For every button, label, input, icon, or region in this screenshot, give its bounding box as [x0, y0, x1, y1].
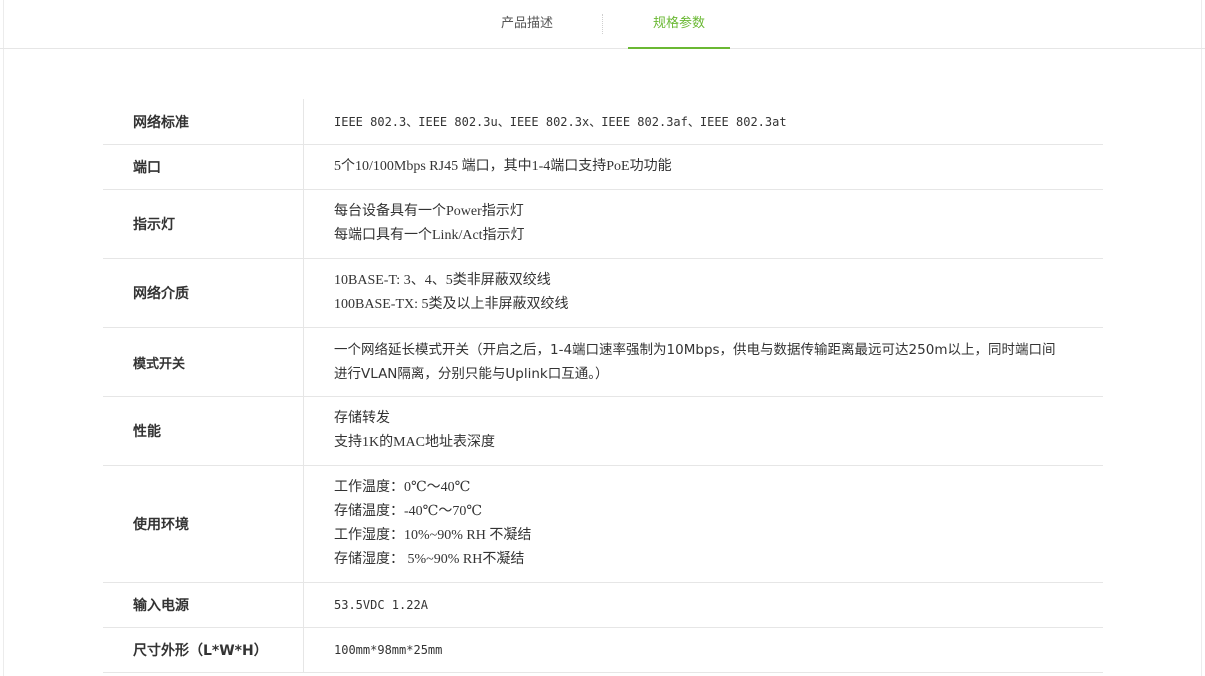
- spec-row-mode-switch: 模式开关 一个网络延长模式开关（开启之后，1-4端口速率强制为10Mbps，供电…: [103, 328, 1103, 397]
- spec-value-line: 5个10/100Mbps RJ45 端口，其中1-4端口支持PoE功功能: [334, 159, 672, 174]
- spec-row-ports: 端口 5个10/100Mbps RJ45 端口，其中1-4端口支持PoE功功能: [103, 145, 1103, 190]
- tab-specifications[interactable]: 规格参数: [628, 0, 730, 49]
- spec-value: 5个10/100Mbps RJ45 端口，其中1-4端口支持PoE功功能: [303, 145, 1103, 189]
- spec-key: 输入电源: [133, 598, 189, 614]
- spec-value-line: 工作温度：0℃～40℃: [334, 480, 471, 495]
- spec-value-line: 100mm*98mm*25mm: [334, 643, 443, 657]
- spec-value-line: 53.5VDC 1.22A: [334, 598, 428, 612]
- spec-value-line: 10BASE-T: 3、4、5类非屏蔽双绞线: [334, 273, 551, 288]
- tab-product-description-label: 产品描述: [500, 16, 553, 31]
- spec-value-line: IEEE 802.3、IEEE 802.3u、IEEE 802.3x、IEEE …: [334, 114, 787, 129]
- spec-row-network-standard: 网络标准 IEEE 802.3、IEEE 802.3u、IEEE 802.3x、…: [103, 99, 1103, 145]
- tab-specifications-label: 规格参数: [652, 16, 705, 31]
- spec-value-line: 每端口具有一个Link/Act指示灯: [334, 228, 525, 243]
- spec-value: 工作温度：0℃～40℃ 存储温度：-40℃～70℃ 工作湿度：10%~90% R…: [303, 466, 1103, 582]
- spec-value-line: 存储湿度： 5%~90% RH不凝结: [334, 552, 525, 567]
- spec-value-line: 存储温度：-40℃～70℃: [334, 504, 482, 519]
- tab-product-description[interactable]: 产品描述: [476, 0, 578, 48]
- spec-key: 尺寸外形（L*W*H）: [133, 643, 268, 659]
- spec-value-line: 一个网络延长模式开关（开启之后，1-4端口速率强制为10Mbps，供电与数据传输…: [334, 342, 1056, 358]
- spec-value-line: 支持1K的MAC地址表深度: [334, 435, 496, 450]
- spec-value: IEEE 802.3、IEEE 802.3u、IEEE 802.3x、IEEE …: [303, 99, 1103, 144]
- spec-value-line: 进行VLAN隔离，分别只能与Uplink口互通。）: [334, 366, 609, 382]
- spec-value: 10BASE-T: 3、4、5类非屏蔽双绞线 100BASE-TX: 5类及以上…: [303, 259, 1103, 327]
- tab-bar: 产品描述 规格参数: [0, 0, 1205, 49]
- spec-table: 网络标准 IEEE 802.3、IEEE 802.3u、IEEE 802.3x、…: [103, 99, 1103, 673]
- spec-value-line: 100BASE-TX: 5类及以上非屏蔽双绞线: [334, 297, 569, 312]
- spec-key: 端口: [133, 160, 161, 176]
- spec-row-power-input: 输入电源 53.5VDC 1.22A: [103, 583, 1103, 628]
- spec-value: 100mm*98mm*25mm: [303, 628, 1103, 672]
- spec-value: 一个网络延长模式开关（开启之后，1-4端口速率强制为10Mbps，供电与数据传输…: [303, 328, 1103, 396]
- spec-key: 网络标准: [133, 114, 189, 131]
- active-tab-indicator: [628, 47, 730, 49]
- spec-value: 每台设备具有一个Power指示灯 每端口具有一个Link/Act指示灯: [303, 190, 1103, 258]
- spec-value-line: 存储转发: [334, 411, 390, 426]
- spec-key: 指示灯: [133, 217, 175, 233]
- spec-value: 53.5VDC 1.22A: [303, 583, 1103, 627]
- spec-value: 存储转发 支持1K的MAC地址表深度: [303, 397, 1103, 465]
- spec-row-performance: 性能 存储转发 支持1K的MAC地址表深度: [103, 397, 1103, 466]
- spec-row-network-media: 网络介质 10BASE-T: 3、4、5类非屏蔽双绞线 100BASE-TX: …: [103, 259, 1103, 328]
- spec-key: 模式开关: [133, 356, 186, 372]
- spec-value-line: 每台设备具有一个Power指示灯: [334, 204, 524, 219]
- spec-key: 性能: [133, 424, 161, 440]
- spec-value-line: 工作湿度：10%~90% RH 不凝结: [334, 528, 532, 543]
- tab-divider: [602, 14, 603, 34]
- spec-row-environment: 使用环境 工作温度：0℃～40℃ 存储温度：-40℃～70℃ 工作湿度：10%~…: [103, 466, 1103, 583]
- spec-row-dimensions: 尺寸外形（L*W*H） 100mm*98mm*25mm: [103, 628, 1103, 673]
- spec-key: 网络介质: [133, 286, 189, 302]
- spec-row-indicators: 指示灯 每台设备具有一个Power指示灯 每端口具有一个Link/Act指示灯: [103, 190, 1103, 259]
- spec-key: 使用环境: [133, 517, 189, 533]
